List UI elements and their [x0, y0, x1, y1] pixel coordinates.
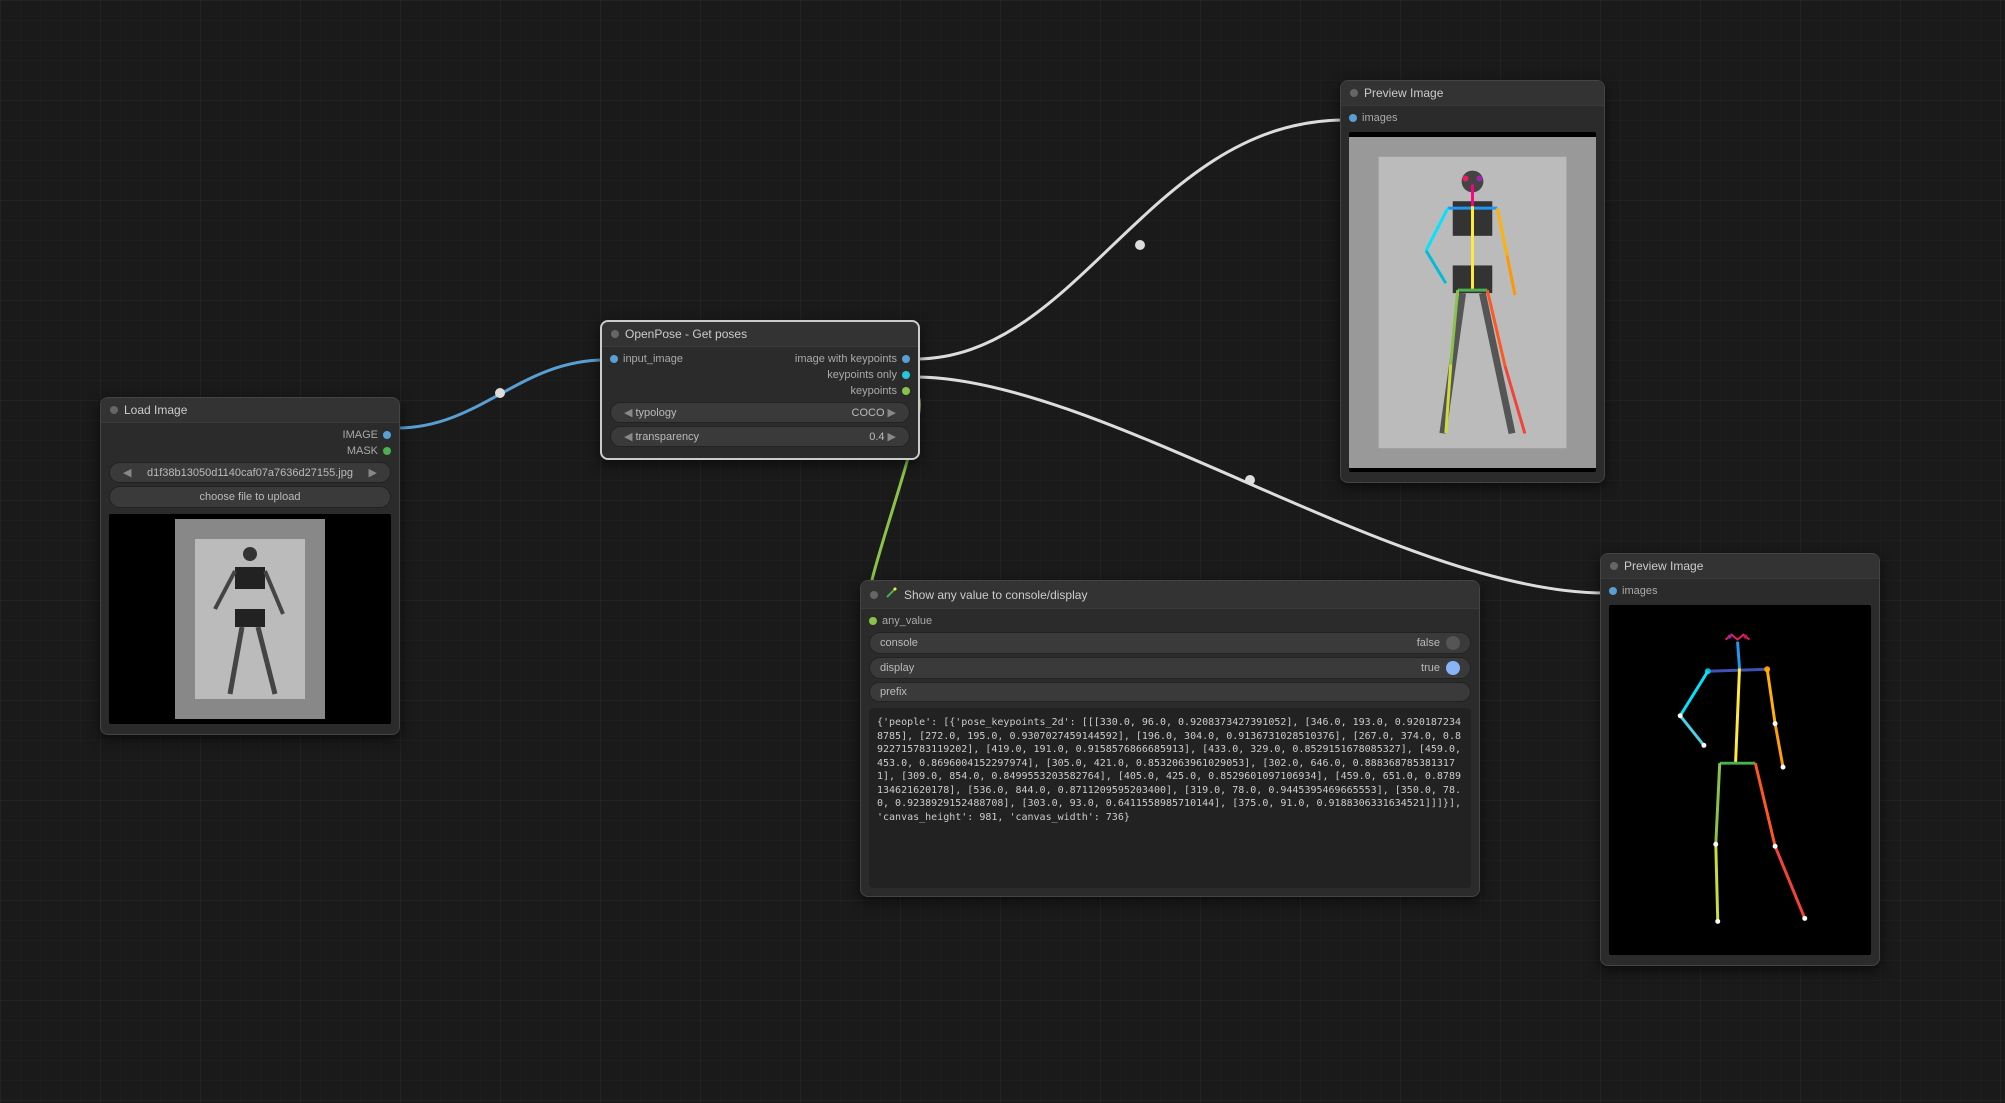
node-title: OpenPose - Get poses [625, 327, 747, 341]
widget-value: false [1417, 637, 1440, 649]
output-port-keypoints[interactable] [902, 387, 910, 395]
output-label: keypoints [851, 385, 897, 397]
widget-value: COCO [852, 407, 885, 419]
widget-value: 0.4 [869, 431, 884, 443]
widget-label: console [880, 637, 918, 649]
node-title: Load Image [124, 403, 187, 417]
output-port-kp-only[interactable] [902, 371, 910, 379]
node-load-image[interactable]: Load Image IMAGE MASK ◀ d1f38b13050d1140… [100, 397, 400, 735]
input-port-images[interactable] [1349, 114, 1357, 122]
widget-label: typology [635, 407, 851, 419]
filename-widget[interactable]: ◀ d1f38b13050d1140caf07a7636d27155.jpg ▶ [109, 462, 391, 483]
status-dot [1610, 562, 1618, 570]
widget-label: transparency [635, 431, 869, 443]
output-port-image[interactable] [383, 431, 391, 439]
input-label: images [1622, 585, 1657, 597]
image-preview [1609, 605, 1871, 955]
image-preview [1349, 132, 1596, 472]
wand-icon [884, 586, 898, 603]
input-label: any_value [882, 615, 932, 627]
input-port-image[interactable] [610, 355, 618, 363]
node-header[interactable]: Load Image [101, 398, 399, 423]
widget-value: true [1421, 662, 1440, 674]
chevron-right-icon[interactable]: ▶ [366, 466, 380, 479]
widget-label: prefix [880, 686, 907, 698]
node-header[interactable]: Preview Image [1341, 81, 1604, 106]
output-text[interactable]: {'people': [{'pose_keypoints_2d': [[[330… [869, 708, 1471, 888]
output-port-mask[interactable] [383, 447, 391, 455]
console-toggle[interactable]: console false [869, 632, 1471, 654]
node-header[interactable]: Show any value to console/display [861, 581, 1479, 609]
node-header[interactable]: OpenPose - Get poses [602, 322, 918, 347]
typology-widget[interactable]: ◀ typology COCO ▶ [610, 402, 910, 423]
transparency-widget[interactable]: ◀ transparency 0.4 ▶ [610, 426, 910, 447]
chevron-right-icon[interactable]: ▶ [885, 406, 899, 419]
node-show-value[interactable]: Show any value to console/display any_va… [860, 580, 1480, 897]
input-label: images [1362, 112, 1397, 124]
chevron-left-icon[interactable]: ◀ [120, 466, 134, 479]
node-title: Show any value to console/display [904, 588, 1087, 602]
toggle-indicator [1446, 661, 1460, 675]
status-dot [1350, 89, 1358, 97]
node-preview-image-2[interactable]: Preview Image images [1600, 553, 1880, 966]
chevron-left-icon[interactable]: ◀ [621, 430, 635, 443]
filename-value: d1f38b13050d1140caf07a7636d27155.jpg [147, 467, 353, 479]
chevron-right-icon[interactable]: ▶ [885, 430, 899, 443]
output-label: keypoints only [827, 369, 897, 381]
output-label: image with keypoints [795, 353, 897, 365]
image-preview [109, 514, 391, 724]
output-port-image-kp[interactable] [902, 355, 910, 363]
node-preview-image-1[interactable]: Preview Image images [1340, 80, 1605, 483]
toggle-indicator [1446, 636, 1460, 650]
node-header[interactable]: Preview Image [1601, 554, 1879, 579]
input-port-any-value[interactable] [869, 617, 877, 625]
node-title: Preview Image [1364, 86, 1443, 100]
node-openpose[interactable]: OpenPose - Get poses input_image image w… [600, 320, 920, 460]
node-title: Preview Image [1624, 559, 1703, 573]
input-port-images[interactable] [1609, 587, 1617, 595]
upload-button[interactable]: choose file to upload [109, 486, 391, 508]
display-toggle[interactable]: display true [869, 657, 1471, 679]
input-label: input_image [623, 353, 683, 365]
output-label: IMAGE [343, 429, 378, 441]
widget-label: display [880, 662, 914, 674]
chevron-left-icon[interactable]: ◀ [621, 406, 635, 419]
status-dot [110, 406, 118, 414]
prefix-input[interactable]: prefix [869, 682, 1471, 702]
status-dot [611, 330, 619, 338]
output-label: MASK [347, 445, 378, 457]
status-dot [870, 591, 878, 599]
